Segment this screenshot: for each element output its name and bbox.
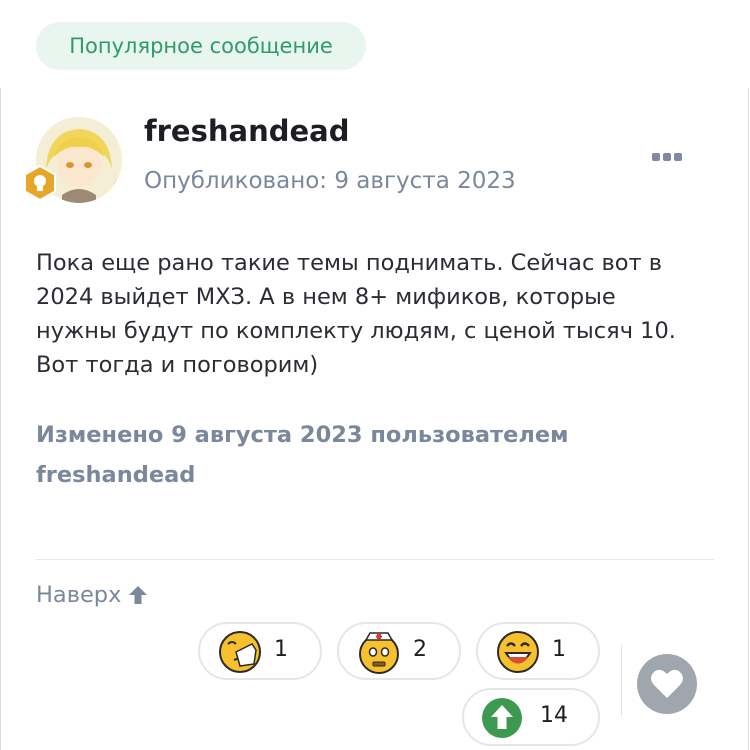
- like-button[interactable]: [637, 654, 697, 714]
- author-avatar-wrap[interactable]: [24, 117, 122, 203]
- published-date: Опубликовано: 9 августа 2023: [144, 168, 516, 194]
- heart-icon: [651, 669, 683, 698]
- more-options-button[interactable]: [652, 146, 692, 166]
- author-name[interactable]: freshandead: [144, 114, 349, 148]
- post-body-line: нужны будут по комплекту людям, с ценой …: [36, 318, 676, 344]
- reaction-nurse-button[interactable]: 2: [337, 622, 461, 680]
- edited-note: Изменено 9 августа 2023 пользователем fr…: [36, 415, 636, 495]
- post-body-line: Вот тогда и поговорим): [36, 352, 319, 378]
- edited-note-line: Изменено 9 августа 2023 пользователем: [36, 422, 569, 448]
- back-to-top-link[interactable]: Наверх: [36, 582, 149, 608]
- member-rank-badge-icon: [22, 164, 58, 202]
- divider: [36, 559, 714, 560]
- grinning-emoji-icon: [497, 631, 539, 673]
- reaction-count: 2: [413, 637, 427, 662]
- arrow-up-icon: [129, 586, 148, 604]
- more-dot-icon: [652, 153, 660, 161]
- post-frame-right-border: [748, 88, 749, 750]
- upvote-icon: [482, 698, 522, 738]
- reaction-upvote-button[interactable]: 14: [462, 688, 600, 746]
- reactions-separator: [621, 645, 622, 717]
- reaction-count: 1: [552, 637, 566, 662]
- facepalm-emoji-icon: [219, 631, 261, 673]
- more-dot-icon: [663, 153, 671, 161]
- reaction-facepalm-button[interactable]: 1: [198, 622, 322, 680]
- nurse-emoji-icon: [359, 632, 399, 674]
- more-dot-icon: [674, 153, 682, 161]
- post-body-line: 2024 выйдет МХЗ. А в нем 8+ мификов, кот…: [36, 284, 616, 310]
- reaction-count: 1: [274, 637, 288, 662]
- post-body-line: Пока еще рано такие темы поднимать. Сейч…: [36, 250, 663, 276]
- post-body: Пока еще рано такие темы поднимать. Сейч…: [36, 246, 726, 382]
- reaction-count: 14: [540, 703, 568, 728]
- reaction-grinning-button[interactable]: 1: [476, 622, 600, 680]
- post-frame-left-border: [0, 88, 1, 750]
- popular-post-badge[interactable]: Популярное сообщение: [36, 22, 366, 70]
- back-to-top-label: Наверх: [36, 582, 122, 608]
- edited-by-user-link[interactable]: freshandead: [36, 455, 636, 495]
